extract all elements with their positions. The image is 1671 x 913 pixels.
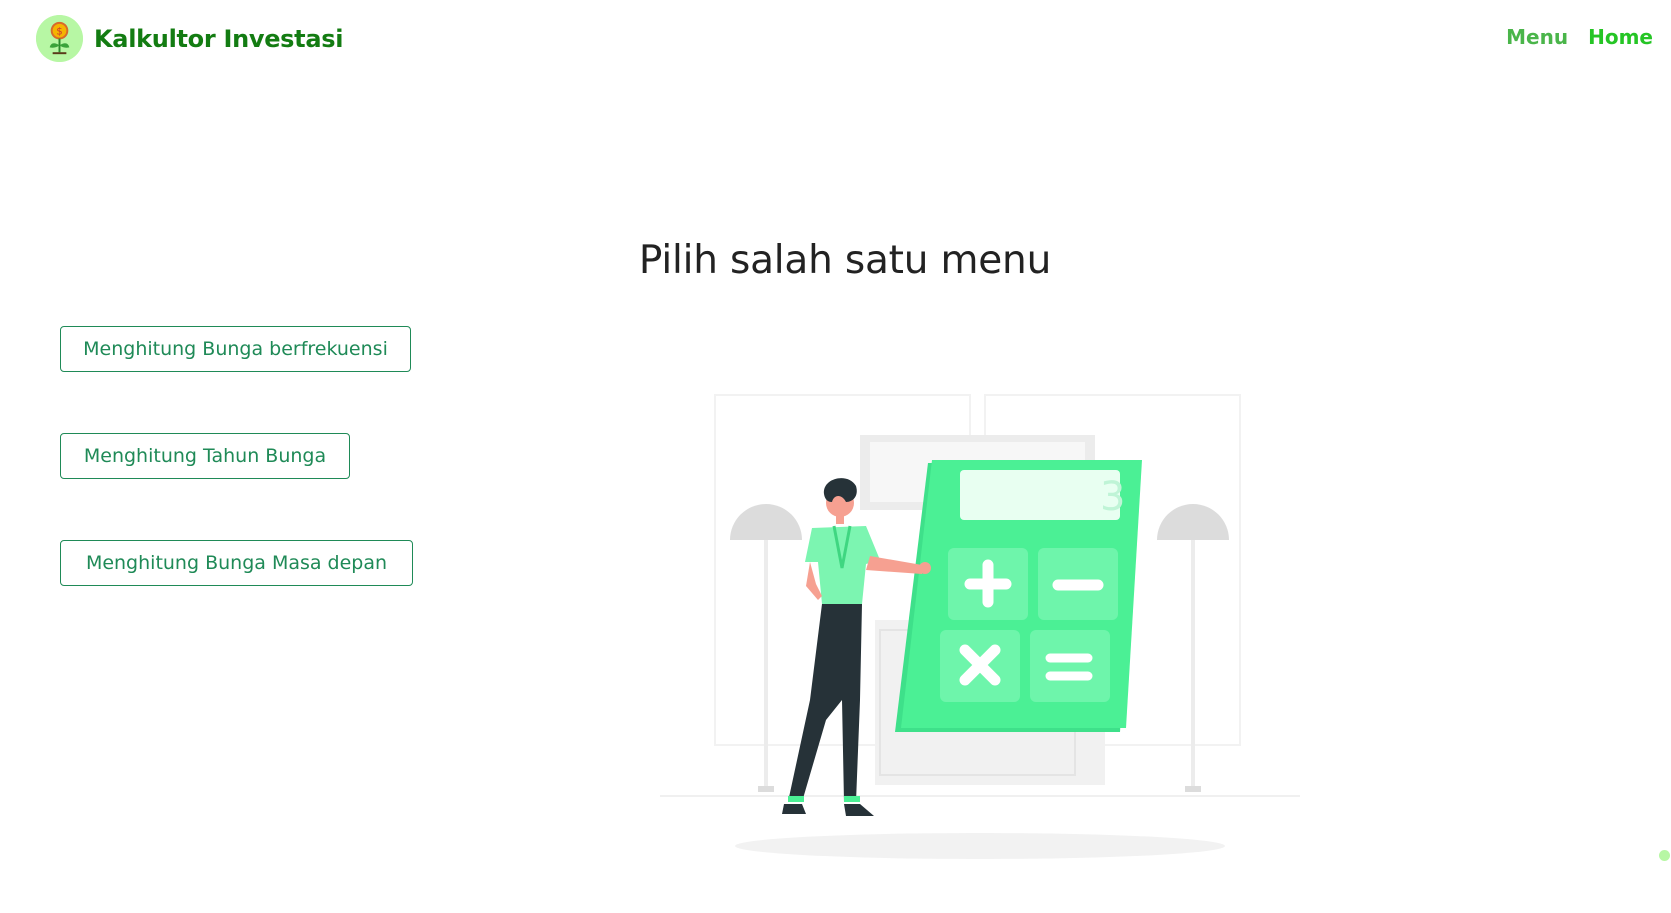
nav-link-home[interactable]: Home (1588, 25, 1653, 49)
menu-button-tahun-bunga[interactable]: Menghitung Tahun Bunga (60, 433, 350, 479)
brand-title: Kalkultor Investasi (94, 24, 344, 53)
menu-button-bunga-masa-depan[interactable]: Menghitung Bunga Masa depan (60, 540, 413, 586)
page-title: Pilih salah satu menu (638, 238, 1052, 283)
person-with-calculator-illustration: 3 (660, 394, 1300, 859)
svg-text:$: $ (56, 27, 62, 38)
navbar: $ Kalkultor Investasi Menu Home (0, 0, 1671, 76)
svg-text:3: 3 (1100, 474, 1125, 520)
corner-badge-icon (1659, 850, 1670, 861)
nav-link-menu[interactable]: Menu (1506, 25, 1568, 49)
brand-link[interactable]: $ Kalkultor Investasi (36, 15, 343, 62)
nav-links: Menu Home (1506, 25, 1653, 49)
money-plant-icon: $ (36, 15, 83, 62)
menu-button-bunga-berfrekuensi[interactable]: Menghitung Bunga berfrekuensi (60, 326, 411, 372)
